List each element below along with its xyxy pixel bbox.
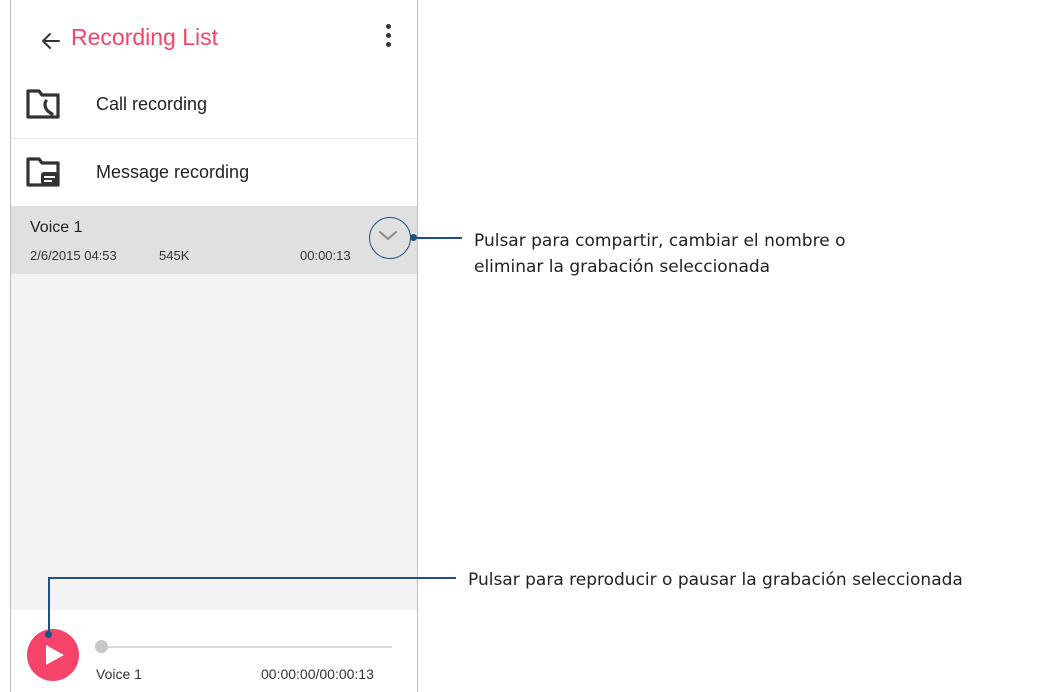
player-track-name: Voice 1 bbox=[96, 666, 142, 682]
seek-thumb[interactable] bbox=[95, 640, 108, 653]
recording-date: 2/6/2015 04:53 bbox=[30, 248, 117, 263]
seek-bar[interactable] bbox=[96, 646, 392, 648]
recording-list: Voice 1 2/6/2015 04:53 545K 00:00:13 bbox=[11, 206, 417, 610]
recording-name: Voice 1 bbox=[30, 219, 83, 236]
callout-line bbox=[414, 237, 462, 239]
callout-text-options: Pulsar para compartir, cambiar el nombre… bbox=[474, 231, 846, 277]
recording-duration: 00:00:13 bbox=[300, 248, 351, 263]
app-header: Recording List bbox=[11, 0, 417, 80]
phone-screen: Recording List Call recording Message re… bbox=[10, 0, 418, 692]
callout-text-play: Pulsar para reproducir o pausar la graba… bbox=[468, 570, 963, 590]
play-button[interactable] bbox=[27, 629, 79, 681]
more-vert-icon[interactable] bbox=[384, 24, 392, 54]
folder-call-icon bbox=[26, 89, 60, 119]
play-icon bbox=[46, 645, 64, 665]
recording-size: 545K bbox=[159, 248, 190, 263]
callout-circle bbox=[369, 217, 411, 259]
folder-label: Call recording bbox=[96, 93, 208, 114]
folder-message-icon bbox=[26, 157, 60, 187]
folder-message-recording[interactable]: Message recording bbox=[11, 138, 417, 206]
folder-call-recording[interactable]: Call recording bbox=[11, 70, 417, 139]
callout-line bbox=[48, 577, 456, 579]
folder-label: Message recording bbox=[96, 161, 250, 182]
arrow-left-icon[interactable] bbox=[39, 29, 63, 53]
player-time: 00:00:00/00:00:13 bbox=[261, 666, 374, 682]
page-title: Recording List bbox=[71, 24, 219, 50]
list-item[interactable]: Voice 1 2/6/2015 04:53 545K 00:00:13 bbox=[11, 206, 417, 274]
callout-line bbox=[48, 578, 50, 634]
player-bar: Voice 1 00:00:00/00:00:13 bbox=[11, 610, 417, 692]
